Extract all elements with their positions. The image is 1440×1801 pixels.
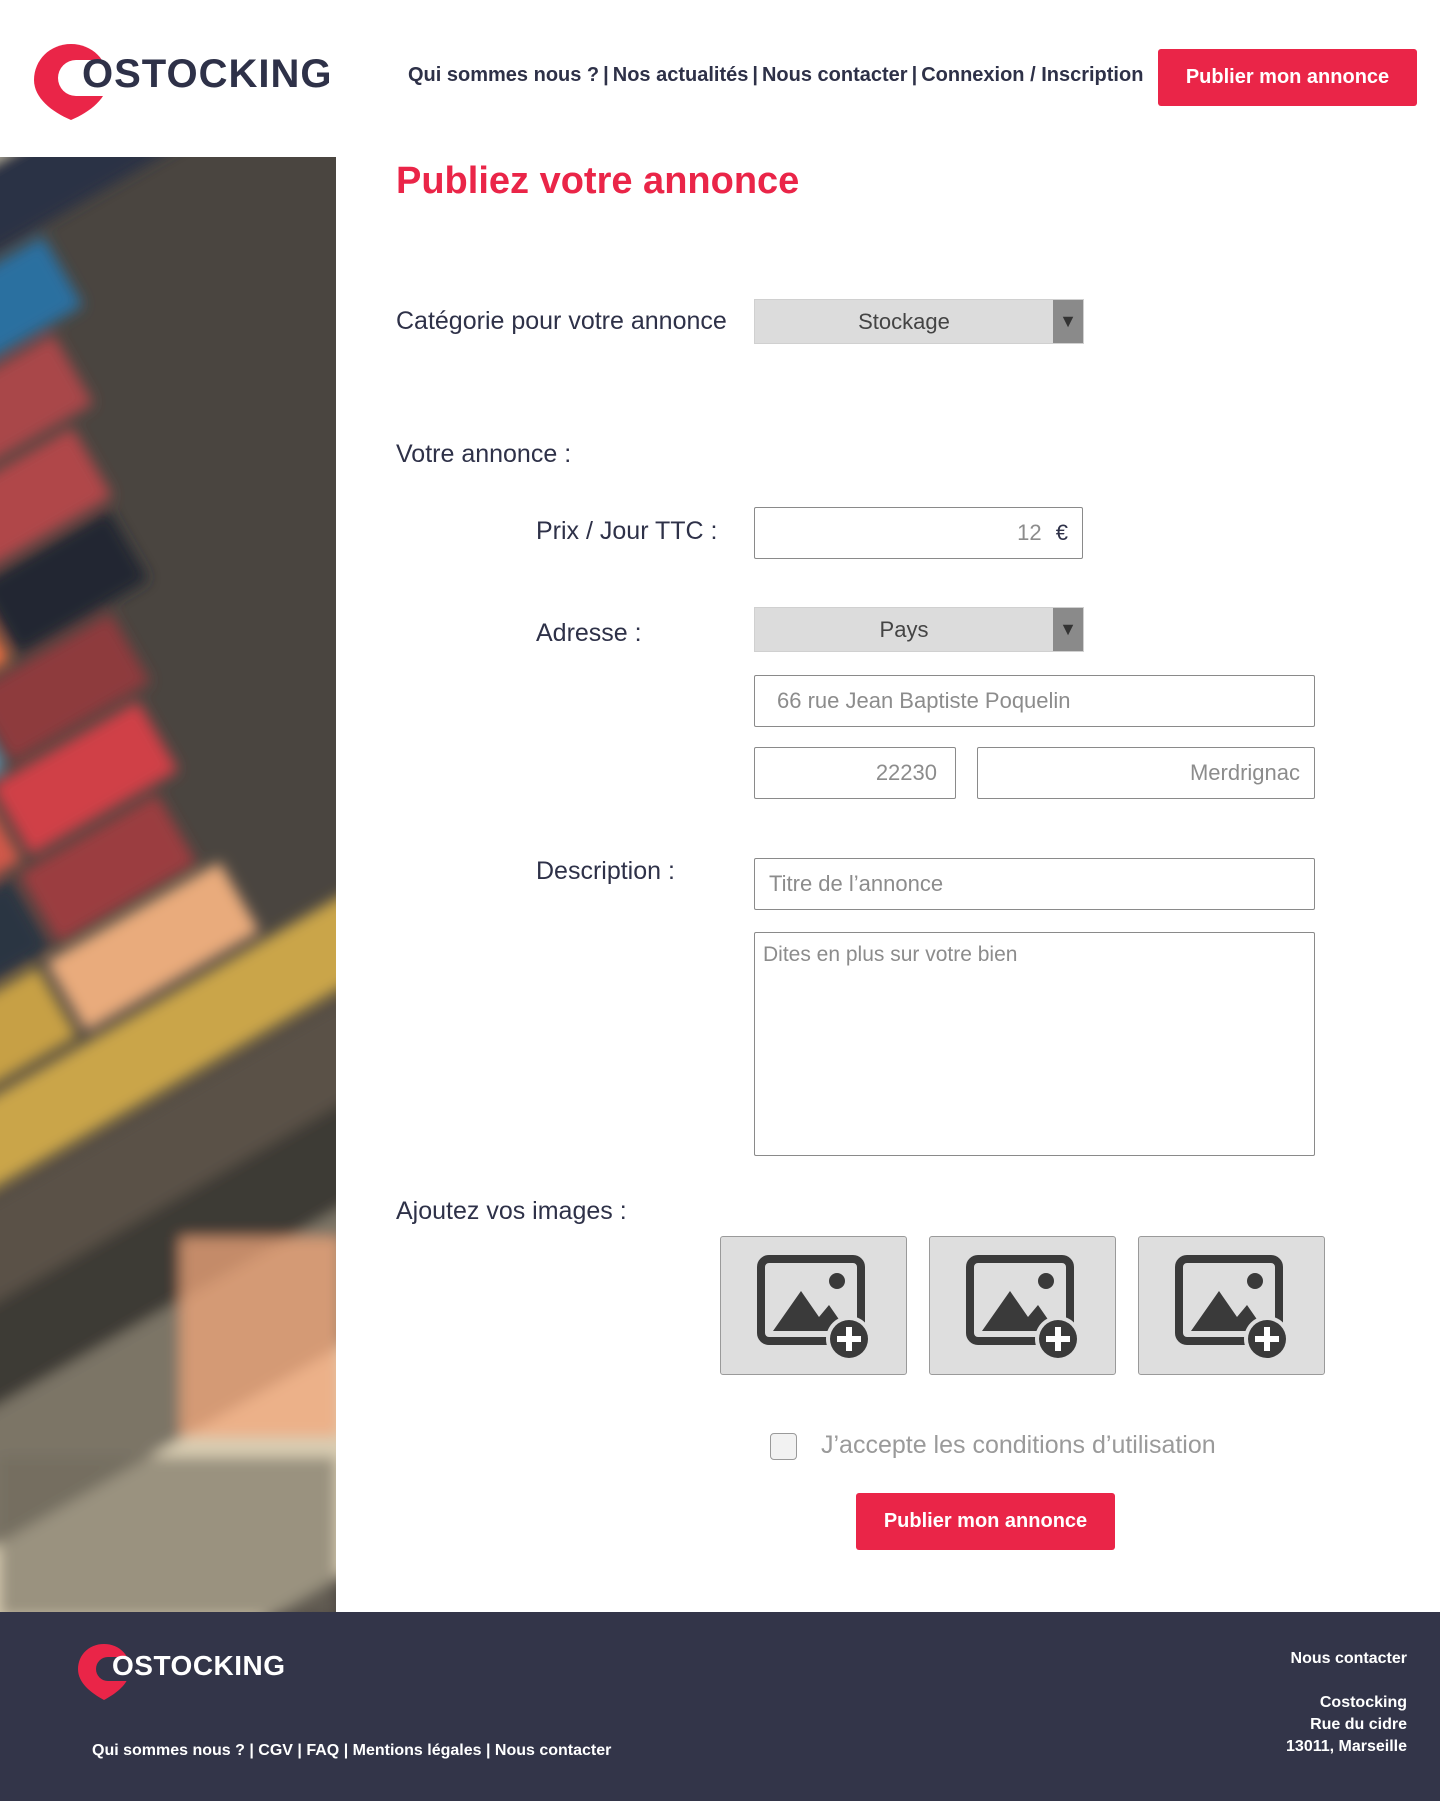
listing-title-placeholder: Titre de l’annonce	[769, 871, 944, 896]
add-image-icon	[757, 1255, 872, 1362]
nav-divider: |	[603, 64, 609, 86]
postal-code-input[interactable]: 22230	[754, 747, 956, 799]
footer-divider: |	[485, 1742, 495, 1759]
publish-listing-header-button[interactable]: Publier mon annonce	[1158, 49, 1417, 106]
footer-logo-wordmark: OSTOCKING	[112, 1650, 286, 1681]
footer-street: Rue du cidre	[1310, 1716, 1407, 1733]
price-label: Prix / Jour TTC :	[536, 517, 718, 545]
add-image-slot-1[interactable]	[720, 1236, 907, 1375]
main-nav: Qui sommes nous ? | Nos actualités | Nous co…	[408, 64, 1143, 87]
logo-wordmark: OSTOCKING	[82, 52, 333, 96]
price-input[interactable]: 12 €	[754, 507, 1083, 559]
site-header: OSTOCKING Qui sommes nous ? | Nos actualit…	[0, 0, 1440, 157]
category-label: Catégorie pour votre annonce	[396, 307, 727, 335]
nav-divider: |	[911, 64, 918, 86]
listing-description-textarea[interactable]: Dites en plus sur votre bien	[754, 932, 1315, 1156]
footer-link-about[interactable]: Qui sommes nous ?	[92, 1742, 245, 1759]
city-input[interactable]: Merdrignac	[977, 747, 1315, 799]
shipping-containers-photo	[0, 157, 336, 1612]
caret-down-icon: ▼	[1053, 608, 1083, 651]
footer-divider: |	[297, 1742, 307, 1759]
images-label: Ajoutez vos images :	[396, 1197, 627, 1225]
postal-placeholder: 22230	[875, 760, 937, 785]
description-label: Description :	[536, 857, 675, 885]
footer-nav: Qui sommes nous ? | CGV | FAQ | Mentions…	[92, 1742, 611, 1760]
footer-link-contact[interactable]: Nous contacter	[495, 1742, 611, 1759]
footer-logo[interactable]: OSTOCKING	[76, 1642, 306, 1702]
footer-divider: |	[249, 1742, 259, 1759]
terms-label[interactable]: J’accepte les conditions d’utilisation	[821, 1431, 1216, 1460]
listing-title-input[interactable]: Titre de l’annonce	[754, 858, 1315, 910]
footer-contact-title[interactable]: Nous contacter	[1286, 1648, 1407, 1670]
footer-link-cgv[interactable]: CGV	[258, 1742, 293, 1759]
add-image-slot-3[interactable]	[1138, 1236, 1325, 1375]
footer-divider: |	[343, 1742, 353, 1759]
publish-listing-submit-button[interactable]: Publier mon annonce	[856, 1493, 1115, 1550]
caret-down-icon: ▼	[1053, 300, 1083, 343]
footer-contact-block: Nous contacter Costocking Rue du cidre 1…	[1286, 1648, 1407, 1758]
page-title: Publiez votre annonce	[396, 160, 800, 202]
city-placeholder: Merdrignac	[1189, 760, 1300, 785]
category-selected-value: Stockage	[858, 309, 950, 334]
street-placeholder: 66 rue Jean Baptiste Poquelin	[777, 688, 1071, 713]
add-image-icon	[1175, 1255, 1290, 1362]
site-footer: OSTOCKING Qui sommes nous ? | CGV | FAQ …	[0, 1612, 1440, 1801]
nav-contact[interactable]: Nous contacter	[762, 64, 908, 86]
footer-spacer	[1286, 1670, 1407, 1692]
footer-link-legal[interactable]: Mentions légales	[353, 1742, 482, 1759]
currency-symbol: €	[1055, 520, 1068, 545]
costocking-logo[interactable]: OSTOCKING	[30, 40, 340, 122]
footer-city: 13011, Marseille	[1286, 1738, 1407, 1755]
country-selected-value: Pays	[879, 617, 929, 642]
add-image-icon	[966, 1255, 1081, 1362]
publish-form: Publiez votre annonce Catégorie pour vot…	[336, 157, 1440, 1612]
nav-login[interactable]: Connexion / Inscription	[921, 64, 1143, 86]
terms-checkbox[interactable]	[770, 1433, 797, 1460]
category-select[interactable]: Stockage ▼	[754, 299, 1084, 344]
annonce-section-label: Votre annonce :	[396, 440, 572, 468]
nav-about[interactable]: Qui sommes nous ?	[408, 64, 599, 86]
add-image-slot-2[interactable]	[929, 1236, 1116, 1375]
nav-news[interactable]: Nos actualités	[613, 64, 749, 86]
street-input[interactable]: 66 rue Jean Baptiste Poquelin	[754, 675, 1315, 727]
nav-divider: |	[752, 64, 758, 86]
country-select[interactable]: Pays ▼	[754, 607, 1084, 652]
price-value: 12	[1017, 520, 1042, 545]
address-label: Adresse :	[536, 619, 642, 647]
listing-description-placeholder: Dites en plus sur votre bien	[763, 943, 1018, 966]
containers-hero-image	[0, 157, 336, 1612]
footer-company: Costocking	[1319, 1694, 1407, 1711]
footer-link-faq[interactable]: FAQ	[306, 1742, 339, 1759]
